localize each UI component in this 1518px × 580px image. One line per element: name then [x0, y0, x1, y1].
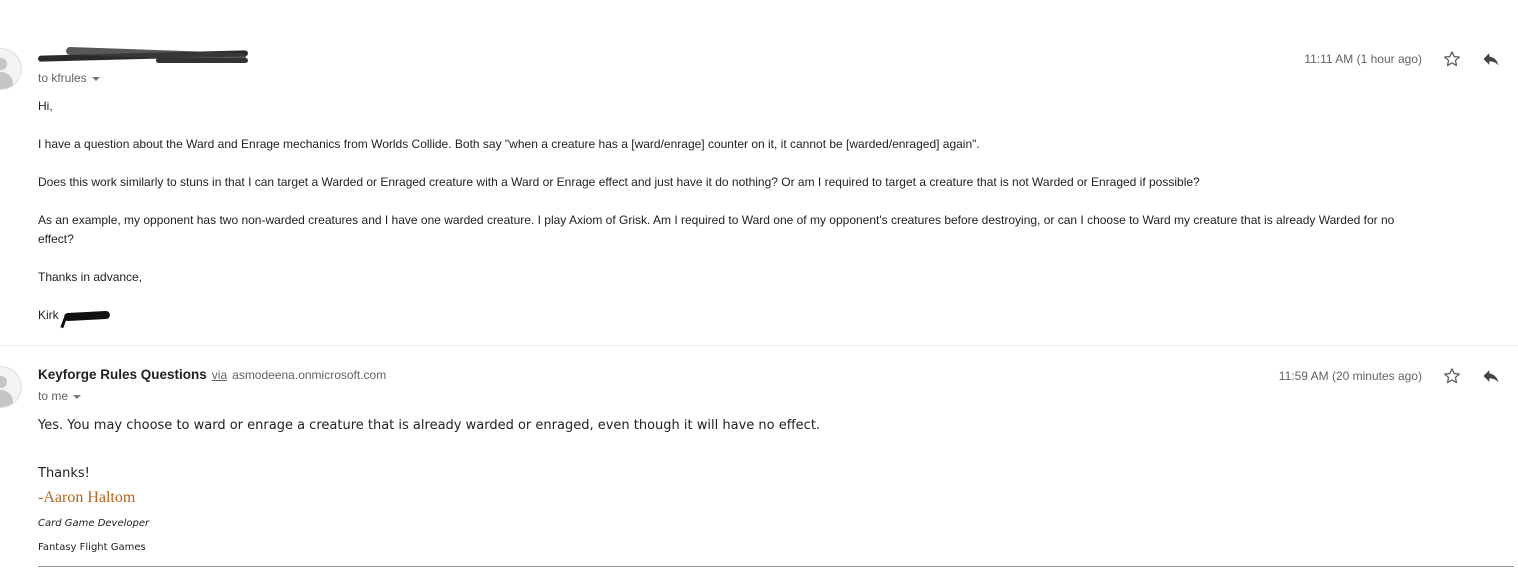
email-signature: Kirk [38, 308, 59, 322]
via-link[interactable]: via [212, 368, 227, 382]
email-paragraph: I have a question about the Ward and Enr… [38, 137, 980, 151]
email-paragraph: As an example, my opponent has two non-w… [38, 213, 1395, 227]
recipient-label: to me [38, 389, 69, 403]
reply-button[interactable] [1481, 366, 1501, 386]
signature-title: Card Game Developer [38, 518, 150, 529]
sender-name-redacted [36, 46, 252, 70]
recipient-toggle[interactable]: to me [38, 389, 82, 403]
star-button[interactable] [1442, 49, 1462, 69]
email-greeting: Hi, [38, 99, 53, 113]
signature-company: Fantasy Flight Games [38, 542, 146, 553]
message-time: 11:11 AM (1 hour ago) [1304, 52, 1422, 66]
signature-name: -Aaron Haltom [38, 489, 136, 506]
star-button[interactable] [1442, 366, 1462, 386]
signature-rule [38, 566, 1514, 567]
recipient-toggle[interactable]: to kfrules [38, 71, 100, 85]
message-time: 11:59 AM (20 minutes ago) [1278, 369, 1422, 383]
email-closing: Thanks in advance, [38, 270, 143, 284]
avatar-sender-1 [0, 48, 22, 90]
reply-icon [1481, 366, 1501, 386]
sender-name[interactable]: Keyforge Rules Questions [38, 367, 207, 382]
sender-line: Keyforge Rules Questions via asmodeena.o… [38, 367, 386, 382]
sender-domain: asmodeena.onmicrosoft.com [232, 368, 387, 382]
star-icon [1442, 49, 1462, 69]
reply-icon [1481, 49, 1501, 69]
email-paragraph: Does this work similarly to stuns in tha… [38, 175, 1200, 189]
recipient-label: to kfrules [38, 71, 87, 85]
reply-answer: Yes. You may choose to ward or enrage a … [38, 418, 821, 433]
reply-button[interactable] [1481, 49, 1501, 69]
avatar-sender-2 [0, 366, 22, 408]
email-paragraph: effect? [38, 232, 74, 246]
chevron-down-icon [91, 76, 100, 81]
chevron-down-icon [73, 394, 82, 399]
signature-redacted [60, 308, 114, 329]
message-divider [0, 345, 1518, 346]
star-icon [1442, 366, 1462, 386]
reply-closing: Thanks! [38, 466, 90, 481]
